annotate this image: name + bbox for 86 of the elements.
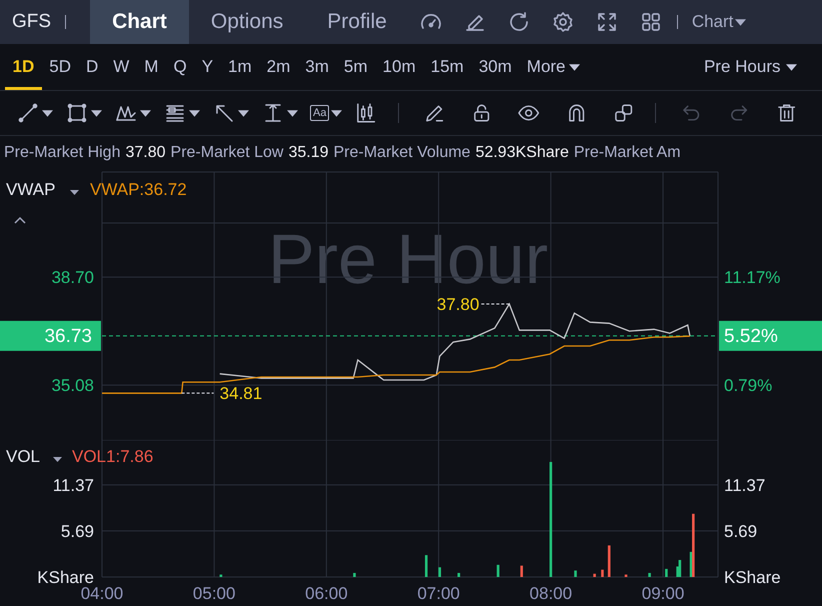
axis-label: 38.70 (51, 268, 94, 288)
time-label: 05:00 (192, 584, 236, 603)
axis-label: 35.08 (51, 376, 94, 396)
volume-bar (353, 572, 356, 577)
timeframe-tab[interactable]: W (106, 44, 137, 90)
caret-icon (568, 64, 580, 70)
time-label: 09:00 (642, 584, 684, 603)
candlestick-icon[interactable] (354, 101, 378, 125)
volume-bar (520, 566, 523, 577)
unit-label: KShare (37, 568, 94, 587)
axis-label: 5.69 (60, 522, 94, 541)
indicator-value: VWAP:36.72 (90, 180, 187, 199)
axis-label: 11.17% (724, 268, 780, 288)
time-label: 07:00 (417, 584, 460, 603)
caret-icon[interactable] (70, 190, 79, 195)
stat-label: Pre-Market Am (574, 144, 681, 162)
line-tool-icon[interactable] (16, 101, 40, 125)
caret-icon (140, 110, 151, 116)
volume-bar (438, 567, 442, 577)
tab[interactable]: Profile (305, 0, 409, 44)
timeframe-tab[interactable]: Q (166, 44, 194, 90)
session-dropdown[interactable]: Pre Hours (696, 44, 804, 90)
timeframe-tab[interactable]: 2m (259, 44, 298, 90)
timeframe-tab[interactable]: M (136, 44, 166, 90)
volume-bar (665, 568, 668, 577)
rectangle-tool-icon[interactable] (65, 101, 89, 125)
stock-symbol: GFS (12, 11, 52, 33)
tab[interactable]: Chart (90, 0, 189, 44)
volume-bar (624, 574, 628, 577)
volume-bar (593, 574, 596, 577)
caret-icon (238, 110, 249, 116)
stat-label: Pre-Market High (4, 144, 120, 162)
unit-label: KShare (724, 568, 781, 587)
stat-label: Pre-Market Low (170, 144, 284, 162)
stat-value: 37.80 (125, 144, 166, 162)
axis-label: 11.37 (52, 476, 94, 495)
change-tag: 5.52% (719, 320, 822, 351)
tab[interactable]: Options (188, 0, 306, 44)
caret-icon (91, 110, 102, 116)
stat-value: 35.19 (288, 144, 328, 162)
settings-icon[interactable] (550, 10, 575, 34)
caret-icon (287, 110, 298, 116)
timeframe-tab[interactable]: D (78, 44, 106, 90)
caret-icon (42, 110, 53, 116)
volume-bar (574, 570, 577, 577)
price-annotation: 34.81 (220, 384, 262, 404)
volume-bar (220, 574, 222, 577)
collapse-icon[interactable] (14, 216, 26, 224)
text-tool[interactable]: Aa (310, 105, 330, 121)
last-price-tag: 36.73 (0, 320, 101, 351)
indicator-name: VWAP (6, 180, 56, 199)
axis-label: 11.37 (724, 476, 766, 495)
timeframe-tab[interactable]: 5m (336, 44, 376, 90)
stat-value: 52.93KShare (475, 144, 569, 162)
timeframe-tab[interactable]: 1m (220, 44, 260, 90)
ref-line-label: 36.73 (44, 326, 92, 347)
leader-line (480, 303, 510, 304)
time-label: 06:00 (305, 584, 348, 603)
timeframe-tab[interactable]: 15m (423, 44, 472, 90)
leader-line (181, 392, 214, 394)
indicator-value: VOL1:7.86 (72, 447, 154, 466)
timeframe-tab[interactable]: 1D (5, 44, 42, 90)
volume-bar (608, 545, 610, 577)
volume-bar (648, 572, 651, 577)
timeframe-tab[interactable]: 3m (298, 44, 336, 90)
timeframe-tab[interactable]: 5D (42, 44, 78, 90)
timeframe-tab[interactable]: 10m (375, 44, 424, 90)
caret-icon (786, 64, 796, 70)
stat-label: Pre-Market Volume (334, 144, 470, 162)
time-label: 08:00 (530, 584, 572, 603)
caret-icon (189, 110, 200, 116)
volume-bar (458, 572, 460, 577)
caret-icon (735, 18, 746, 26)
volume-bar (601, 570, 604, 577)
caret-icon (331, 110, 342, 116)
more-menu[interactable]: More (519, 44, 588, 90)
volume-bar (424, 555, 428, 577)
timeframe-tab[interactable]: 30m (471, 44, 520, 90)
axis-label: 5.69 (724, 522, 758, 541)
indicator-name: VOL (6, 447, 40, 466)
chart-menu[interactable]: Chart (692, 12, 746, 32)
timeframe-tab[interactable]: Y (194, 44, 221, 90)
caret-icon[interactable] (53, 457, 62, 462)
time-label: 04:00 (80, 584, 124, 603)
volume-bar (496, 564, 500, 577)
axis-label: 0.79% (724, 376, 772, 396)
